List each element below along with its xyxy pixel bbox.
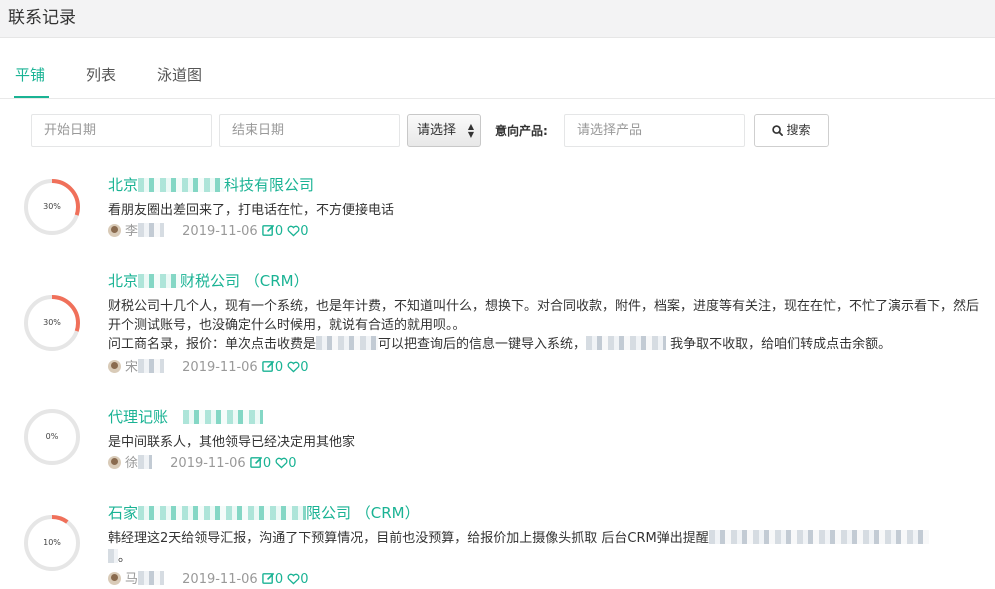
company-name-start: 石家 <box>108 504 139 522</box>
redacted-text <box>138 274 181 288</box>
search-button[interactable]: 搜索 <box>754 114 829 147</box>
start-date-input[interactable]: 开始日期 <box>31 114 212 147</box>
progress-ring: 30% <box>23 178 81 236</box>
redacted-text <box>138 223 165 237</box>
like-count-value: 0 <box>300 360 309 375</box>
record-meta: 马 2019-11-06 0 0 <box>108 571 309 589</box>
search-button-label: 搜索 <box>786 123 811 137</box>
record-date: 2019-11-06 <box>182 572 258 587</box>
redacted-text <box>708 530 929 544</box>
product-label: 意向产品: <box>495 124 548 138</box>
company-name-start: 代理记账 <box>108 408 169 426</box>
progress-ring: 10% <box>23 514 81 572</box>
company-name-start: 北京 <box>108 176 139 194</box>
edit-icon <box>262 224 275 236</box>
company-link[interactable]: 北京 财税公司 （CRM） <box>108 270 309 291</box>
end-date-input[interactable]: 结束日期 <box>219 114 400 147</box>
company-name-end: 财税公司 （CRM） <box>180 272 309 290</box>
record-date: 2019-11-06 <box>170 456 246 471</box>
avatar <box>108 224 121 237</box>
edit-count[interactable]: 0 <box>262 572 287 587</box>
like-count[interactable]: 0 <box>287 572 309 587</box>
record-date: 2019-11-06 <box>182 224 258 239</box>
company-name-end: 科技有限公司 <box>224 176 315 194</box>
description-line: 问工商名录，报价：单次点击收费是 <box>108 337 317 352</box>
description-line: 财税公司十几个人，现有一个系统，也是年计费，不知道叫什么，想换下。对合同收款，附… <box>108 299 980 333</box>
redacted-text <box>138 455 153 469</box>
description-line: 我争取不收取，给咱们转成点击余额。 <box>670 337 892 352</box>
progress-label: 30% <box>43 318 61 327</box>
record-description: 是中间联系人，其他领导已经决定用其他家 <box>108 435 356 450</box>
edit-count-value: 0 <box>274 224 284 239</box>
redacted-text <box>316 336 379 350</box>
avatar <box>108 360 121 373</box>
company-link[interactable]: 北京 科技有限公司 <box>108 174 314 195</box>
like-count-value: 0 <box>300 572 309 587</box>
record-description: 韩经理这2天给领导汇报，沟通了下预算情况，目前也没预算，给报价加上摄像头抓取 后… <box>108 529 988 567</box>
user-name: 马 <box>125 572 139 587</box>
edit-icon <box>262 572 275 584</box>
company-name-start: 北京 <box>108 272 139 290</box>
tab-swimlane[interactable]: 泳道图 <box>157 64 202 85</box>
status-select-value: 请选择 <box>417 123 457 138</box>
progress-ring: 30% <box>23 294 81 352</box>
status-select[interactable]: 请选择 ▲ ▼ <box>407 114 481 147</box>
redacted-text <box>586 336 667 350</box>
progress-ring: 0% <box>23 408 81 466</box>
user-name: 李 <box>125 224 139 239</box>
edit-count[interactable]: 0 <box>262 360 287 375</box>
edit-count[interactable]: 0 <box>262 224 287 239</box>
product-input[interactable]: 请选择产品 <box>564 114 745 147</box>
like-count-value: 0 <box>300 224 309 239</box>
like-count[interactable]: 0 <box>275 456 297 471</box>
company-name-end: 限公司 （CRM） <box>306 504 420 522</box>
tab-tile[interactable]: 平铺 <box>15 64 45 85</box>
edit-icon <box>250 456 263 468</box>
edit-count-value: 0 <box>262 456 272 471</box>
edit-count-value: 0 <box>274 572 284 587</box>
record-meta: 宋 2019-11-06 0 0 <box>108 359 309 377</box>
redacted-text <box>182 410 263 424</box>
record-date: 2019-11-06 <box>182 360 258 375</box>
like-count[interactable]: 0 <box>287 360 309 375</box>
record-meta: 李 2019-11-06 0 0 <box>108 223 309 241</box>
redacted-text <box>138 359 165 373</box>
progress-label: 0% <box>45 432 59 441</box>
redacted-text <box>138 178 225 192</box>
select-arrows-icon: ▲ ▼ <box>467 122 474 139</box>
description-line: 韩经理这2天给领导汇报，沟通了下预算情况，目前也没预算，给报价加上摄像头抓取 后… <box>108 531 709 546</box>
company-link[interactable]: 石家 限公司 （CRM） <box>108 502 420 523</box>
record-description: 看朋友圈出差回来了，打电话在忙，不方便接电话 <box>108 203 395 218</box>
heart-icon <box>287 361 300 373</box>
tab-list[interactable]: 列表 <box>86 64 116 85</box>
redacted-text <box>108 549 118 563</box>
redacted-text <box>138 571 165 585</box>
user-name: 徐 <box>125 456 139 471</box>
heart-icon <box>275 457 288 469</box>
progress-label: 30% <box>43 202 61 211</box>
heart-icon <box>287 573 300 585</box>
active-tab-indicator <box>14 96 49 98</box>
avatar <box>108 572 121 585</box>
like-count-value: 0 <box>288 456 297 471</box>
description-line: 可以把查询后的信息一键导入系统， <box>378 337 587 352</box>
edit-count-value: 0 <box>274 360 284 375</box>
heart-icon <box>287 225 300 237</box>
search-icon <box>772 125 784 136</box>
redacted-text <box>138 506 307 520</box>
page-title: 联系记录 <box>8 8 76 28</box>
view-tabs: 平铺 列表 泳道图 <box>0 38 995 99</box>
edit-icon <box>262 360 275 372</box>
description-line: 。 <box>118 550 132 565</box>
page-header: 联系记录 <box>0 0 995 38</box>
edit-count[interactable]: 0 <box>250 456 275 471</box>
record-description: 财税公司十几个人，现有一个系统，也是年计费，不知道叫什么，想换下。对合同收款，附… <box>108 297 988 354</box>
avatar <box>108 456 121 469</box>
progress-label: 10% <box>43 538 61 547</box>
user-name: 宋 <box>125 360 139 375</box>
record-meta: 徐 2019-11-06 0 0 <box>108 455 297 473</box>
company-link[interactable]: 代理记账 <box>108 406 263 427</box>
like-count[interactable]: 0 <box>287 224 309 239</box>
